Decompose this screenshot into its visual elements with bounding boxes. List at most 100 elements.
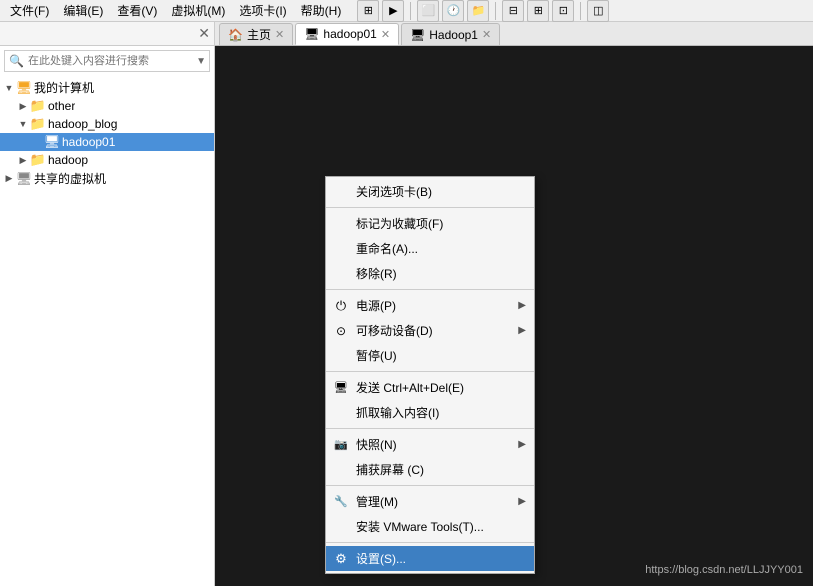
tree-item-hadoop-blog[interactable]: ▼ 📁 hadoop_blog bbox=[0, 115, 214, 133]
tab-hadoop01[interactable]: 🖥 hadoop01 ✕ bbox=[295, 23, 399, 45]
menu-edit[interactable]: 编辑(E) bbox=[57, 0, 109, 21]
watermark: https://blog.csdn.net/LLJJYY001 bbox=[645, 564, 803, 576]
tree-item-hadoop01[interactable]: 🖥 hadoop01 bbox=[0, 133, 214, 151]
toolbar-btn-4[interactable]: 🕐 bbox=[442, 0, 464, 22]
ctx-manage-label: 管理(M) bbox=[356, 493, 398, 510]
tree-label-hadoop: hadoop bbox=[48, 153, 88, 167]
toolbar-sep-1 bbox=[410, 2, 411, 20]
folder-icon-hadoop-blog: 📁 bbox=[30, 116, 46, 132]
folder-icon-my-computer: 🖥 bbox=[16, 80, 32, 96]
expand-icon-hadoop01 bbox=[30, 135, 44, 149]
menu-file[interactable]: 文件(F) bbox=[4, 0, 55, 21]
tree-label-hadoop01: hadoop01 bbox=[62, 135, 115, 149]
ctx-send-cad[interactable]: 🖥 发送 Ctrl+Alt+Del(E) bbox=[326, 375, 534, 400]
toolbar-btn-5[interactable]: 📁 bbox=[467, 0, 489, 22]
tab-hadoop1-label: Hadoop1 bbox=[429, 28, 478, 42]
tab-hadoop01-icon: 🖥 bbox=[304, 27, 319, 41]
ctx-snapshot[interactable]: 📷 快照(N) ▶ bbox=[326, 432, 534, 457]
ctx-removable-arrow: ▶ bbox=[518, 325, 526, 336]
ctx-removable-icon: ⊙ bbox=[332, 322, 350, 340]
context-menu: 关闭选项卡(B) 标记为收藏项(F) 重命名(A)... 移除(R) ⏻ bbox=[325, 176, 535, 574]
toolbar-sep-2 bbox=[495, 2, 496, 20]
ctx-settings-label: 设置(S)... bbox=[356, 550, 406, 567]
expand-icon-hadoop: ▶ bbox=[16, 153, 30, 167]
menu-help[interactable]: 帮助(H) bbox=[295, 0, 348, 21]
ctx-sep-1 bbox=[326, 207, 534, 208]
tabs-bar: 🏠 主页 ✕ 🖥 hadoop01 ✕ 🖥 Hadoop1 ✕ bbox=[215, 22, 813, 46]
ctx-capture-screen-label: 捕获屏幕 (C) bbox=[356, 461, 424, 478]
toolbar-btn-3[interactable]: ⬜ bbox=[417, 0, 439, 22]
ctx-power-icon: ⏻ bbox=[332, 297, 350, 315]
ctx-bookmark-label: 标记为收藏项(F) bbox=[356, 215, 443, 232]
ctx-sep-2 bbox=[326, 289, 534, 290]
ctx-settings[interactable]: ⚙ 设置(S)... bbox=[326, 546, 534, 571]
sidebar-header: ✕ bbox=[0, 22, 214, 46]
ctx-close-tab[interactable]: 关闭选项卡(B) bbox=[326, 179, 534, 204]
file-tree: ▼ 🖥 我的计算机 ▶ 📁 other ▼ 📁 hadoop_blog bbox=[0, 76, 214, 586]
toolbar-sep-3 bbox=[580, 2, 581, 20]
ctx-manage-icon: 🔧 bbox=[332, 493, 350, 511]
ctx-sep-3 bbox=[326, 371, 534, 372]
tree-label-my-computer: 我的计算机 bbox=[34, 79, 94, 96]
toolbar-btn-9[interactable]: ◫ bbox=[587, 0, 609, 22]
tab-hadoop1-close[interactable]: ✕ bbox=[482, 28, 491, 41]
tab-hadoop01-close[interactable]: ✕ bbox=[381, 28, 390, 41]
ctx-install-tools-label: 安装 VMware Tools(T)... bbox=[356, 518, 484, 535]
search-input[interactable] bbox=[28, 55, 193, 67]
toolbar-btn-7[interactable]: ⊞ bbox=[527, 0, 549, 22]
expand-icon-hadoop-blog: ▼ bbox=[16, 117, 30, 131]
toolbar-btn-8[interactable]: ⊡ bbox=[552, 0, 574, 22]
ctx-remove-label: 移除(R) bbox=[356, 265, 397, 282]
ctx-snapshot-arrow: ▶ bbox=[518, 439, 526, 450]
ctx-sep-4 bbox=[326, 428, 534, 429]
ctx-bookmark[interactable]: 标记为收藏项(F) bbox=[326, 211, 534, 236]
search-dropdown-icon[interactable]: ▼ bbox=[193, 56, 209, 67]
shared-icon: 🖥 bbox=[16, 171, 32, 187]
toolbar-btn-6[interactable]: ⊟ bbox=[502, 0, 524, 22]
ctx-manage-arrow: ▶ bbox=[518, 496, 526, 507]
sidebar-close-button[interactable]: ✕ bbox=[198, 25, 210, 42]
vm-icon-hadoop01: 🖥 bbox=[44, 134, 60, 150]
menu-view[interactable]: 查看(V) bbox=[111, 0, 163, 21]
sidebar: ✕ 🔍 ▼ ▼ 🖥 我的计算机 ▶ 📁 o bbox=[0, 22, 215, 586]
right-panel: 🏠 主页 ✕ 🖥 hadoop01 ✕ 🖥 Hadoop1 ✕ bbox=[215, 22, 813, 586]
ctx-rename[interactable]: 重命名(A)... bbox=[326, 236, 534, 261]
tab-home[interactable]: 🏠 主页 ✕ bbox=[219, 23, 293, 45]
tree-item-shared-vms[interactable]: ▶ 🖥 共享的虚拟机 bbox=[0, 169, 214, 188]
ctx-snapshot-label: 快照(N) bbox=[356, 436, 397, 453]
ctx-pause-label: 暂停(U) bbox=[356, 347, 397, 364]
ctx-remove[interactable]: 移除(R) bbox=[326, 261, 534, 286]
menu-vm[interactable]: 虚拟机(M) bbox=[165, 0, 231, 21]
tab-home-close[interactable]: ✕ bbox=[275, 28, 284, 41]
ctx-send-cad-label: 发送 Ctrl+Alt+Del(E) bbox=[356, 379, 464, 396]
ctx-power[interactable]: ⏻ 电源(P) ▶ bbox=[326, 293, 534, 318]
menu-bar: 文件(F) 编辑(E) 查看(V) 虚拟机(M) 选项卡(I) 帮助(H) ⊞ … bbox=[0, 0, 813, 22]
tab-home-icon: 🏠 bbox=[228, 28, 243, 42]
ctx-close-tab-label: 关闭选项卡(B) bbox=[356, 183, 432, 200]
tab-hadoop1-icon: 🖥 bbox=[410, 28, 425, 42]
menu-tab[interactable]: 选项卡(I) bbox=[233, 0, 292, 21]
vm-content-area[interactable]: 关闭选项卡(B) 标记为收藏项(F) 重命名(A)... 移除(R) ⏻ bbox=[215, 46, 813, 586]
ctx-power-arrow: ▶ bbox=[518, 300, 526, 311]
ctx-pause[interactable]: 暂停(U) bbox=[326, 343, 534, 368]
toolbar-btn-1[interactable]: ⊞ bbox=[357, 0, 379, 22]
ctx-install-tools[interactable]: 安装 VMware Tools(T)... bbox=[326, 514, 534, 539]
tree-item-my-computer[interactable]: ▼ 🖥 我的计算机 bbox=[0, 78, 214, 97]
tree-label-other: other bbox=[48, 99, 75, 113]
tab-home-label: 主页 bbox=[247, 26, 271, 43]
tab-hadoop01-label: hadoop01 bbox=[323, 27, 376, 41]
tree-label-hadoop-blog: hadoop_blog bbox=[48, 117, 117, 131]
tree-item-hadoop[interactable]: ▶ 📁 hadoop bbox=[0, 151, 214, 169]
ctx-capture-screen[interactable]: 捕获屏幕 (C) bbox=[326, 457, 534, 482]
tree-item-other[interactable]: ▶ 📁 other bbox=[0, 97, 214, 115]
ctx-rename-label: 重命名(A)... bbox=[356, 240, 418, 257]
ctx-manage[interactable]: 🔧 管理(M) ▶ bbox=[326, 489, 534, 514]
toolbar-btn-2[interactable]: ▶ bbox=[382, 0, 404, 22]
ctx-grab-input[interactable]: 抓取输入内容(I) bbox=[326, 400, 534, 425]
ctx-removable[interactable]: ⊙ 可移动设备(D) ▶ bbox=[326, 318, 534, 343]
ctx-removable-label: 可移动设备(D) bbox=[356, 322, 433, 339]
tab-hadoop1[interactable]: 🖥 Hadoop1 ✕ bbox=[401, 23, 500, 45]
vmware-window: 文件(F) 编辑(E) 查看(V) 虚拟机(M) 选项卡(I) 帮助(H) ⊞ … bbox=[0, 0, 813, 586]
ctx-snapshot-icon: 📷 bbox=[332, 436, 350, 454]
ctx-power-label: 电源(P) bbox=[356, 297, 396, 314]
